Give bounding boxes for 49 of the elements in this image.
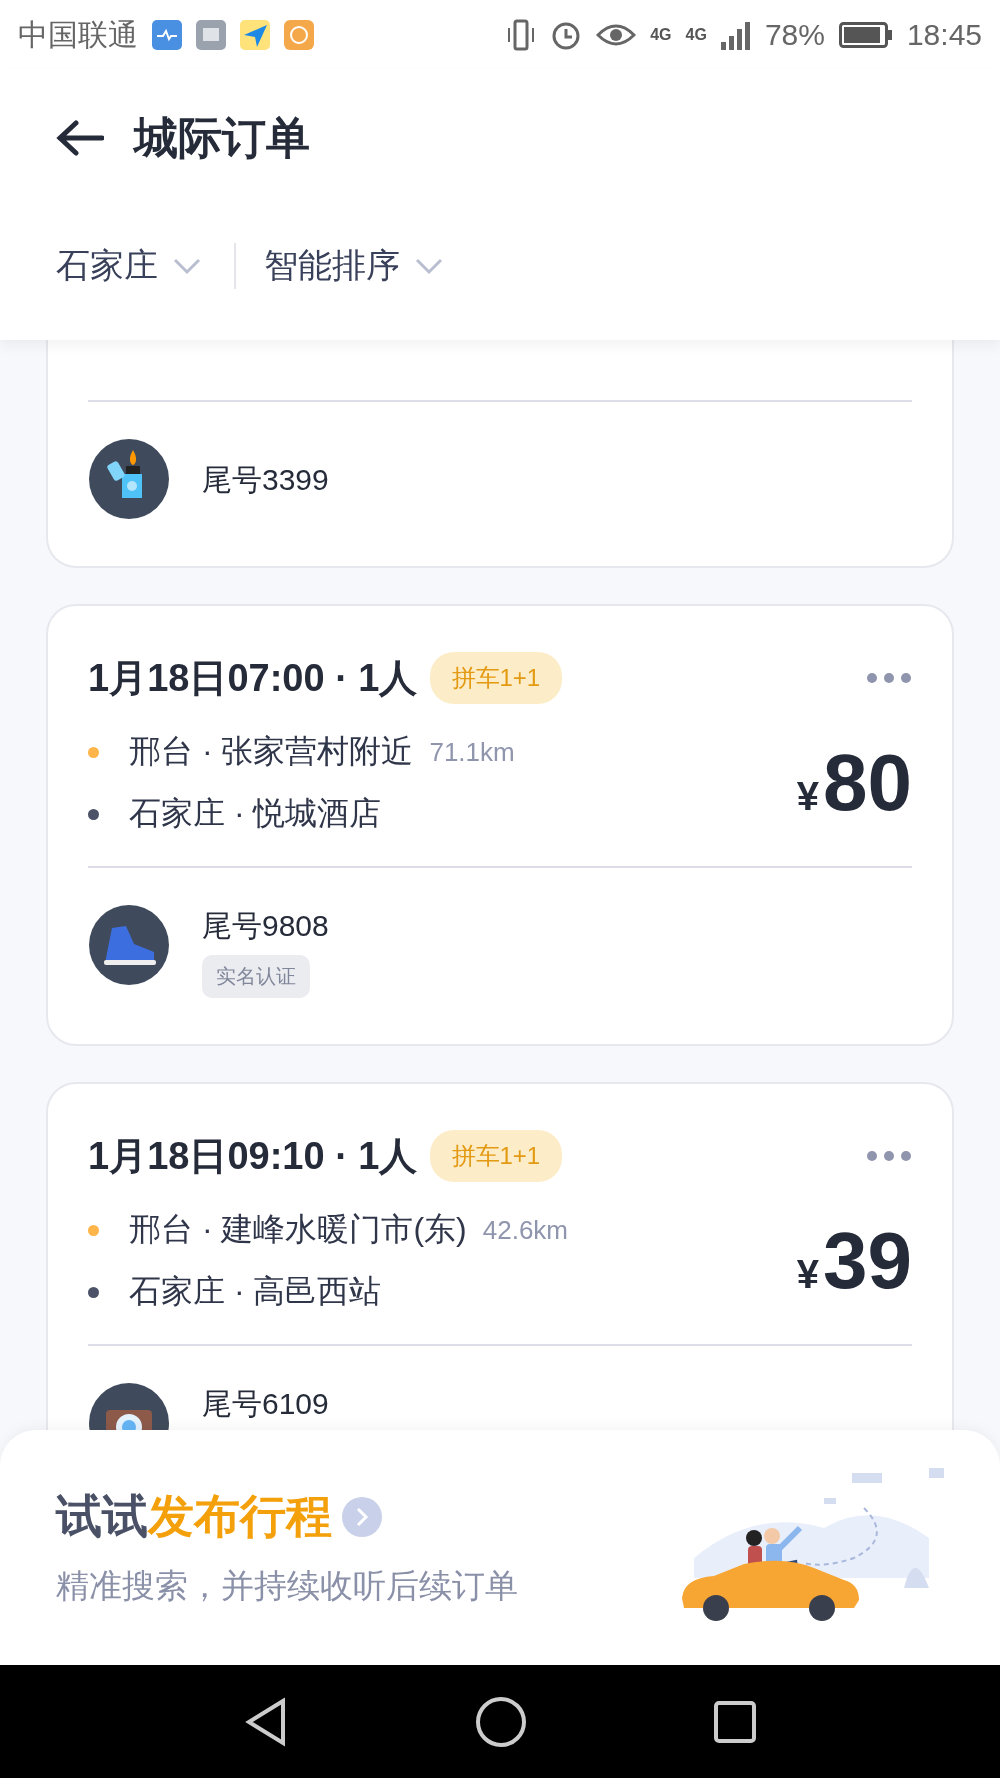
trip-time: 1月18日09:10 · 1人: [88, 1133, 418, 1179]
recent-apps-icon[interactable]: [713, 1699, 757, 1744]
price: 80: [823, 737, 912, 829]
phone-tail: 尾号9808: [202, 908, 329, 944]
gallery-app-icon: [196, 20, 226, 50]
order-card[interactable]: 1月18日09:10 · 1人 拼车1+1 邢台 · 建峰水暖门市(东) 42.6km 石家庄 · 高邑西站 ¥39 尾号6109: [46, 1082, 954, 1430]
banner-subtitle: 精准搜索，并持续收听后续订单: [56, 1566, 519, 1606]
carpool-tag: 拼车1+1: [429, 1130, 563, 1182]
currency-symbol: ¥: [796, 1252, 819, 1297]
battery-percentage: 78%: [764, 18, 825, 52]
health-app-icon: [152, 20, 182, 50]
avatar-icon[interactable]: [88, 438, 170, 520]
origin-location: 邢台 · 建峰水暖门市(东): [129, 1210, 467, 1249]
destination-dot: [88, 1286, 99, 1298]
destination-location: 石家庄 · 高邑西站: [129, 1272, 382, 1311]
banner-title[interactable]: 试试发布行程: [56, 1486, 332, 1548]
carrier-name: 中国联通: [18, 16, 138, 53]
avatar-icon[interactable]: [88, 904, 170, 986]
distance: 42.6km: [482, 1214, 568, 1246]
network-label: 4G: [650, 26, 672, 44]
more-icon[interactable]: [866, 1150, 912, 1162]
verified-badge: 实名认证: [202, 955, 310, 998]
phone-tail: 尾号6109: [202, 1386, 329, 1422]
page-title: 城际订单: [134, 111, 310, 164]
filter-dropdown[interactable]: 智能排序: [264, 243, 444, 289]
filter-dropdown[interactable]: 石家庄: [56, 243, 202, 289]
signal-icon: [720, 20, 751, 50]
home-icon[interactable]: [475, 1695, 527, 1748]
destination-location: 石家庄 · 悦城酒店: [129, 794, 382, 833]
currency-symbol: ¥: [796, 774, 819, 819]
distance: 71.1km: [429, 736, 515, 768]
trip-time: 1月18日07:00 · 1人: [88, 655, 418, 701]
carpool-tag: 拼车1+1: [429, 652, 563, 704]
price: 39: [823, 1215, 912, 1307]
order-card[interactable]: 尾号3399: [46, 340, 954, 568]
map-app-icon: [240, 20, 270, 50]
origin-dot: [88, 746, 99, 758]
destination-dot: [88, 808, 99, 820]
vibrate-icon: [506, 18, 537, 52]
app-icon: [284, 20, 314, 50]
phone-tail: 尾号3399: [202, 461, 329, 498]
clock-time: 18:45: [906, 18, 982, 52]
origin-location: 邢台 · 张家营村附近: [129, 732, 414, 771]
battery-icon: [838, 22, 893, 48]
network-label: 4G: [685, 26, 707, 44]
origin-dot: [88, 1224, 99, 1236]
order-card[interactable]: 1月18日07:00 · 1人 拼车1+1 邢台 · 张家营村附近 71.1km 石家庄 · 悦城酒店 ¥80 尾号9808 实名认证: [46, 604, 954, 1046]
more-icon[interactable]: [866, 672, 912, 684]
back-arrow-icon[interactable]: [56, 120, 104, 156]
